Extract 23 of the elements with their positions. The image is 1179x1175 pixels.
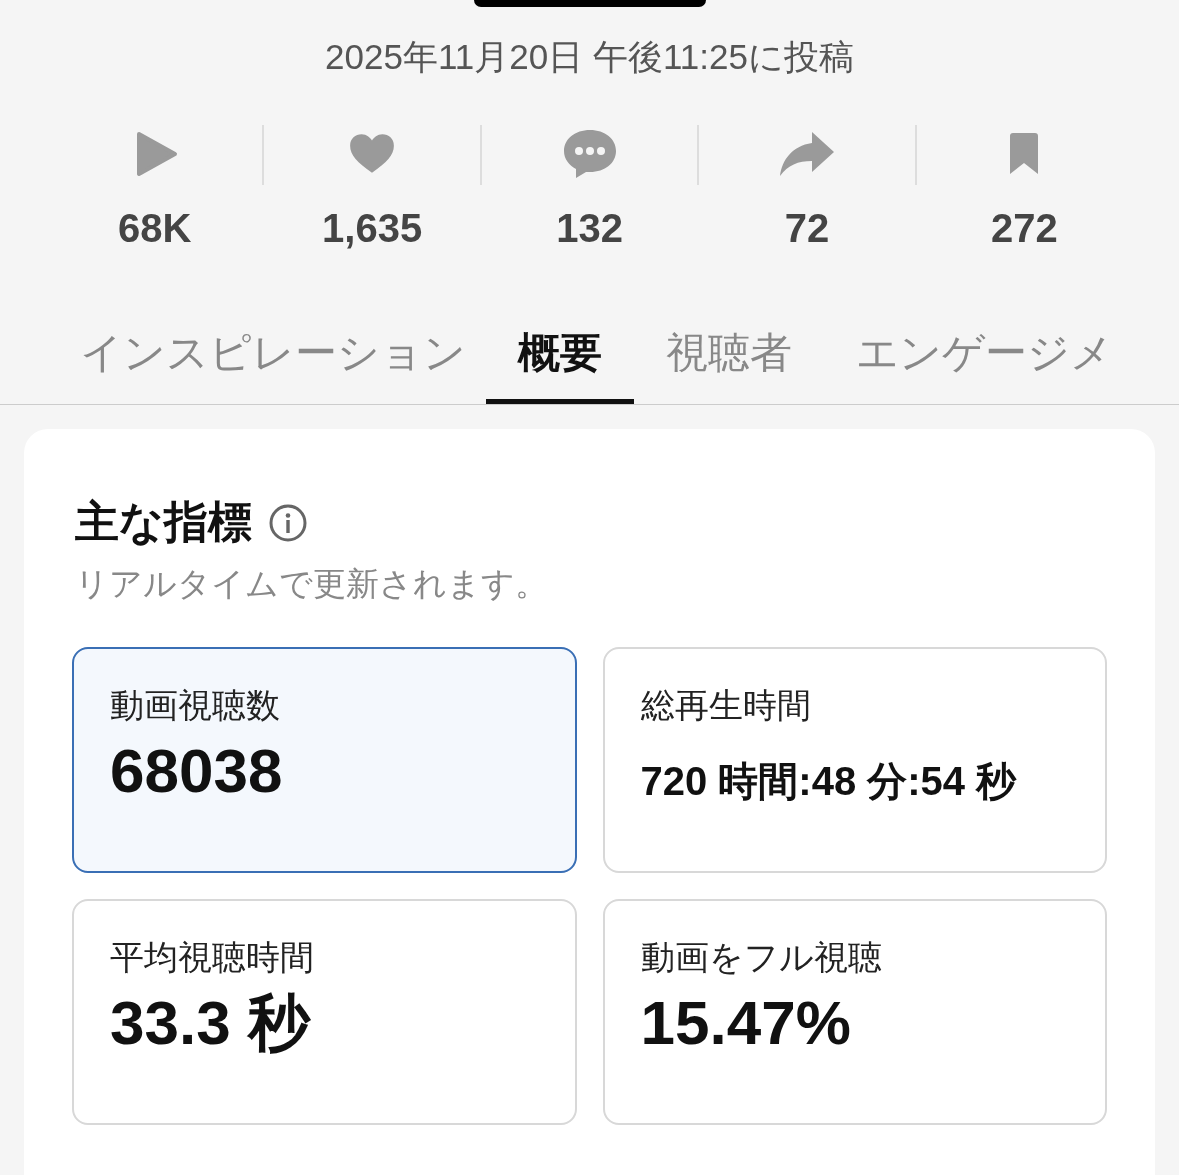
tab[interactable]: 概要 — [486, 313, 634, 404]
metric-tile[interactable]: 平均視聴時間 33.3 秒 — [72, 899, 577, 1125]
stat-count: 72 — [784, 205, 830, 252]
comment-icon — [561, 128, 618, 180]
metric-value: 15.47% — [640, 987, 852, 1059]
metric-label: 平均視聴時間 — [110, 937, 315, 978]
card-subtitle: リアルタイムで更新されます。 — [74, 564, 549, 604]
metric-tile[interactable]: 動画視聴数 68038 — [72, 647, 577, 873]
metric-value: 33.3 秒 — [110, 987, 312, 1059]
metric-label: 動画視聴数 — [110, 685, 281, 726]
metric-label: 動画をフル視聴 — [640, 937, 883, 978]
card-title: 主な指標 — [75, 496, 252, 548]
metric-tile[interactable]: 動画をフル視聴 15.47% — [602, 899, 1107, 1125]
metric-label: 総再生時間 — [640, 685, 812, 726]
stat-count: 272 — [990, 205, 1058, 252]
stat-count: 132 — [556, 205, 623, 252]
post-date: 2025年11月20日 午後11:25に投稿 — [324, 36, 855, 78]
metric-tile[interactable]: 総再生時間 720 時間:48 分:54 秒 — [602, 647, 1107, 873]
stat-count: 1,635 — [322, 205, 423, 252]
metric-value: 68038 — [110, 735, 284, 807]
stat-count: 68K — [118, 205, 192, 252]
metric-value: 720 時間:48 分:54 秒 — [640, 758, 1018, 805]
info-icon[interactable] — [268, 502, 308, 543]
